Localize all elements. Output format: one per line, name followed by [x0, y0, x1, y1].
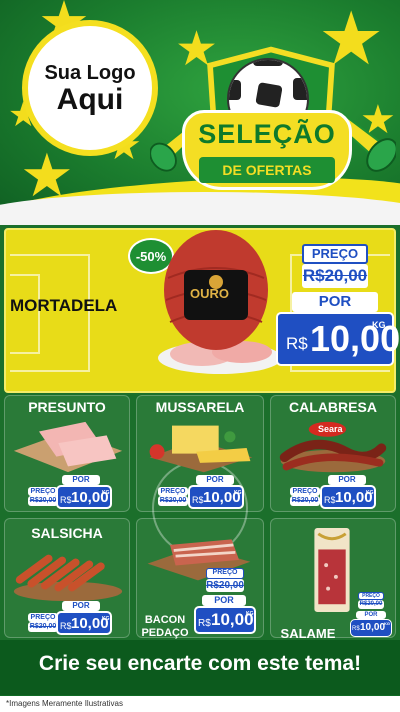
- hero-old-price: R$20,00: [302, 264, 368, 288]
- hero-old-price-label: PREÇO: [302, 244, 368, 264]
- product-name: PRESUNTO: [28, 399, 106, 415]
- product-unit: KG: [246, 611, 254, 617]
- product-name-line1: BACON: [144, 614, 186, 626]
- star-icon: ★: [20, 142, 74, 209]
- product-new-price: R$ 10,00 KG: [320, 485, 376, 509]
- footer-cta: Crie seu encarte com este tema!: [38, 652, 362, 675]
- calabresa-brand: Seara: [318, 424, 343, 434]
- hero-new-price-label: POR: [292, 292, 378, 312]
- product-unit: KG: [102, 616, 110, 622]
- product-unit: KG: [102, 490, 110, 496]
- product-old-price: R$20,00: [28, 622, 58, 632]
- product-unit: KG: [234, 490, 242, 496]
- product-currency: R$: [192, 495, 204, 505]
- product-currency: R$: [60, 495, 72, 505]
- product-old-price-label: PREÇO: [290, 487, 320, 496]
- flyer: ★ ★ ★ ★ ★ ★ ★ Sua Logo Aqui SELEÇÃO DE O…: [0, 0, 400, 712]
- product-new-price-label: POR: [202, 595, 246, 606]
- hero-new-price: R$ 10,00 KG: [276, 312, 400, 366]
- product-old-price: R$20,00: [28, 496, 58, 506]
- hero-product-name: MORTADELA: [10, 296, 118, 315]
- product-new-price-label: POR: [62, 475, 100, 485]
- logo-text-line1: Sua Logo: [44, 61, 136, 84]
- product-old-price-label: PREÇO: [28, 613, 58, 622]
- product-new-price: R$ 10,00 KG: [188, 485, 244, 509]
- salsicha-image: [13, 554, 123, 602]
- subtitle-text: DE OFERTAS: [222, 162, 312, 178]
- product-new-price-label: POR: [196, 475, 234, 485]
- product-unit: KG: [366, 490, 374, 496]
- product-unit: KG: [384, 621, 390, 626]
- product-currency: R$: [60, 621, 72, 631]
- hero-currency: R$: [286, 334, 308, 353]
- mussarela-image: [149, 425, 253, 473]
- product-currency: R$: [324, 495, 336, 505]
- product-old-price-label: PREÇO: [28, 487, 58, 496]
- hero-price-value: 10,00: [310, 318, 400, 359]
- product-old-price: R$20,00: [206, 579, 244, 592]
- product-name: MUSSARELA: [155, 399, 245, 415]
- product-name: SALSICHA: [31, 525, 103, 541]
- product-name: CALABRESA: [289, 399, 377, 415]
- product-currency: R$: [352, 626, 360, 632]
- mortadela-image: [158, 230, 282, 374]
- product-old-price-label: PREÇO: [158, 487, 188, 496]
- product-old-price: R$20,00: [358, 600, 384, 609]
- product-old-price-label: PREÇO: [206, 568, 244, 579]
- product-old-price: R$20,00: [290, 496, 320, 506]
- hero-unit: KG: [372, 320, 386, 330]
- mortadela-brand: OURO: [190, 286, 229, 301]
- title-text: SELEÇÃO: [198, 119, 336, 149]
- subtitle-ribbon: DE OFERTAS: [199, 157, 335, 183]
- salame-image: [314, 527, 350, 613]
- product-name: SALAME: [280, 626, 336, 641]
- product-name-line2: PEDAÇO: [141, 627, 189, 639]
- product-old-price-label: PREÇO: [358, 592, 384, 600]
- product-new-price-label: POR: [62, 601, 100, 611]
- product-new-price-label: POR: [356, 611, 386, 619]
- presunto-image: [13, 421, 123, 473]
- product-new-price: R$ 10,00 KG: [56, 611, 112, 635]
- disclaimer-text: *Imagens Meramente Ilustrativas: [6, 699, 123, 708]
- product-new-price-label: POR: [328, 475, 366, 485]
- logo-placeholder: Sua Logo Aqui: [22, 20, 158, 156]
- logo-text-line2: Aqui: [56, 82, 124, 116]
- title-banner: SELEÇÃO DE OFERTAS: [182, 110, 352, 190]
- product-currency: R$: [198, 618, 211, 629]
- product-old-price: R$20,00: [158, 496, 188, 506]
- product-price-value: 10,00: [360, 622, 386, 633]
- product-new-price: R$ 10,00 KG: [350, 619, 392, 637]
- product-new-price: R$ 10,00 KG: [56, 485, 112, 509]
- product-new-price: R$ 10,00 KG: [194, 606, 256, 634]
